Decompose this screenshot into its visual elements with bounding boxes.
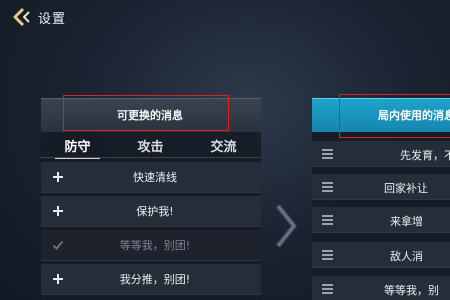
drag-handle-icon[interactable] xyxy=(322,250,333,260)
tab-divider xyxy=(41,157,261,158)
in-game-message-row[interactable]: 等等我，别 xyxy=(312,276,450,300)
tab-label: 攻击 xyxy=(137,140,164,155)
right-panel-title: 局内使用的消息 xyxy=(378,109,450,122)
message-text: 我分推，别团! xyxy=(119,273,191,286)
message-text: 先发育，不 xyxy=(400,149,450,162)
message-option-row[interactable]: 快速清线 xyxy=(41,162,261,193)
message-text: 快速清线 xyxy=(133,171,177,184)
back-button[interactable] xyxy=(8,6,34,28)
message-text: 回家补让 xyxy=(384,182,428,195)
in-game-messages-panel: 局内使用的消息 先发育，不 回家补让 来拿增 敌人消 等等我，别 xyxy=(312,98,450,300)
replaceable-messages-panel: 可更换的消息 防守 攻击 交流 快速清线 保护我! 等等我，别团! 我分推，别团… xyxy=(41,98,261,300)
in-game-message-row[interactable]: 先发育，不 xyxy=(312,141,450,167)
message-option-row[interactable]: 我分推，别团! xyxy=(41,264,261,295)
in-game-message-row[interactable]: 来拿增 xyxy=(312,207,450,233)
message-option-row[interactable]: 保护我! xyxy=(41,196,261,227)
plus-icon[interactable] xyxy=(51,170,65,184)
page-title: 设置 xyxy=(38,12,67,27)
tab-label: 交流 xyxy=(210,140,237,155)
drag-handle-icon[interactable] xyxy=(322,149,333,159)
tab-communication[interactable]: 交流 xyxy=(187,132,260,159)
check-icon xyxy=(51,238,65,252)
tab-defense[interactable]: 防守 xyxy=(41,132,114,159)
message-category-tabs: 防守 攻击 交流 xyxy=(41,132,261,159)
message-option-row-selected[interactable]: 等等我，别团! xyxy=(41,230,261,261)
message-text: 敌人消 xyxy=(390,250,423,263)
message-text: 保护我! xyxy=(136,205,174,218)
left-panel-title: 可更换的消息 xyxy=(117,109,183,122)
plus-icon[interactable] xyxy=(51,272,65,286)
message-text: 来拿增 xyxy=(390,215,423,228)
in-game-message-row[interactable]: 回家补让 xyxy=(312,174,450,200)
drag-handle-icon[interactable] xyxy=(322,182,333,192)
tab-label: 防守 xyxy=(64,140,91,155)
top-bar: 设置 xyxy=(0,0,450,34)
drag-handle-icon[interactable] xyxy=(322,215,333,225)
drag-handle-icon[interactable] xyxy=(322,284,333,294)
message-text: 等等我，别 xyxy=(384,284,439,297)
plus-icon[interactable] xyxy=(51,204,65,218)
message-text: 等等我，别团! xyxy=(119,239,191,252)
chevron-right-icon xyxy=(276,204,297,248)
chevron-left-icon xyxy=(13,7,30,27)
right-panel-header: 局内使用的消息 xyxy=(312,98,450,132)
tab-attack[interactable]: 攻击 xyxy=(114,132,187,159)
in-game-message-row[interactable]: 敌人消 xyxy=(312,242,450,268)
left-panel-header: 可更换的消息 xyxy=(41,98,261,132)
